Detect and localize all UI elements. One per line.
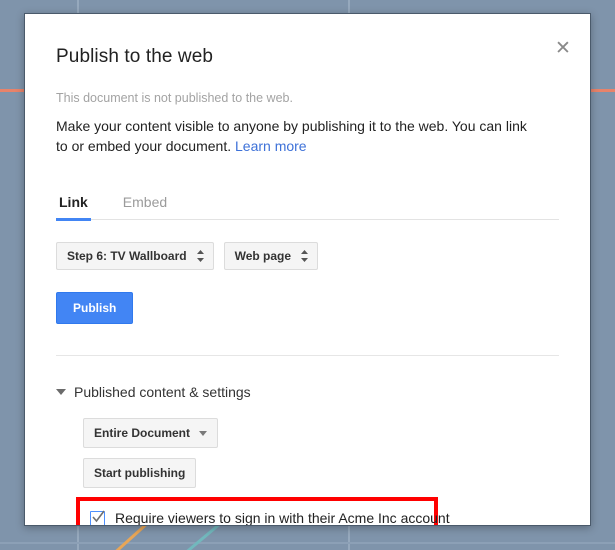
format-select[interactable]: Web page <box>223 242 319 270</box>
backdrop-bottom-line <box>0 542 615 544</box>
publish-button[interactable]: Publish <box>56 292 134 324</box>
close-icon[interactable]: ✕ <box>552 38 574 60</box>
published-content-settings-header[interactable]: Published content & settings <box>56 384 558 400</box>
publish-status-text: This document is not published to the we… <box>56 91 293 105</box>
tab-link[interactable]: Link <box>56 190 91 221</box>
start-publishing-wrap: Start publishing <box>83 458 558 488</box>
highlighted-checkbox-group: Require viewers to sign in with their Ac… <box>76 497 450 525</box>
start-publishing-button[interactable]: Start publishing <box>83 458 197 488</box>
tab-bar: Link Embed <box>56 190 559 221</box>
sheet-select[interactable]: Step 6: TV Wallboard <box>56 242 214 270</box>
publish-to-web-dialog: ✕ Publish to the web This document is no… <box>24 13 591 526</box>
selector-row: Step 6: TV Wallboard Web page <box>56 242 558 270</box>
checkbox-label-require-signin: Require viewers to sign in with their Ac… <box>115 510 450 526</box>
published-content-settings-label: Published content & settings <box>74 384 251 400</box>
scope-select-button[interactable]: Entire Document <box>83 418 219 448</box>
tab-embed[interactable]: Embed <box>120 190 170 221</box>
checkbox-row-require-signin[interactable]: Require viewers to sign in with their Ac… <box>90 510 450 525</box>
section-divider <box>56 355 559 356</box>
settings-area: Entire Document Start publishing Require… <box>76 418 558 525</box>
up-down-arrows-icon <box>196 250 205 262</box>
checkbox-require-signin[interactable] <box>90 510 105 525</box>
sheet-select-value: Step 6: TV Wallboard <box>67 249 187 263</box>
scope-select-value: Entire Document <box>94 426 191 440</box>
dialog-description: Make your content visible to anyone by p… <box>56 116 534 156</box>
up-down-arrows-icon <box>300 250 309 262</box>
format-select-value: Web page <box>234 249 292 263</box>
dialog-body: Publish to the web This document is not … <box>25 14 590 525</box>
learn-more-link[interactable]: Learn more <box>235 138 307 154</box>
dialog-title: Publish to the web <box>56 46 214 67</box>
chevron-down-icon <box>56 389 66 395</box>
chevron-down-icon <box>199 430 208 436</box>
